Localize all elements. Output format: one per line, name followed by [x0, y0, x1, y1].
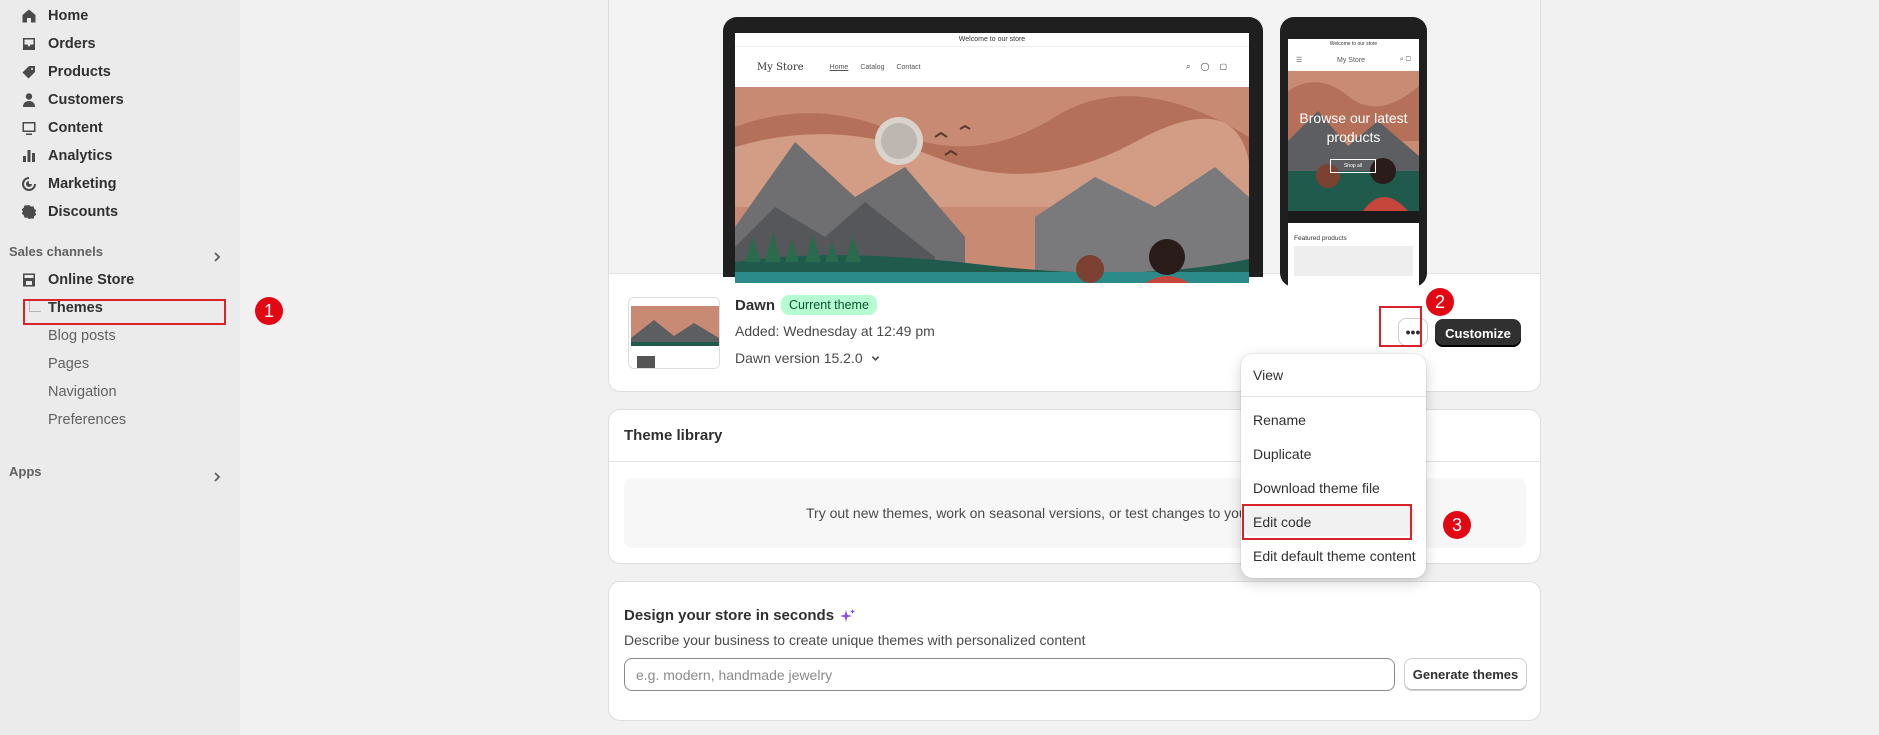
apps-chevron-icon[interactable] — [212, 469, 222, 482]
nav-products-label: Products — [48, 64, 111, 80]
preview-search-icon: ⌕ — [1186, 62, 1191, 71]
customize-button[interactable]: Customize — [1435, 319, 1521, 347]
theme-preview: Welcome to our store My Store Home Catal… — [609, 0, 1540, 289]
menu-divider — [1241, 396, 1426, 397]
nav-products[interactable]: Products — [20, 60, 111, 84]
nav-marketing-label: Marketing — [48, 176, 117, 192]
phone-hero-button: Shop all — [1330, 159, 1376, 173]
annotation-badge-1: 1 — [255, 297, 283, 325]
theme-library-text: Try out new themes, work on seasonal ver… — [806, 505, 1247, 521]
theme-version-label: Dawn version 15.2.0 — [735, 350, 863, 366]
nav-home[interactable]: Home — [20, 4, 88, 28]
theme-actions-menu: View Rename Duplicate Download theme fil… — [1241, 354, 1426, 578]
menu-item-rename[interactable]: Rename — [1253, 408, 1306, 432]
nav-online-store[interactable]: Online Store — [20, 268, 134, 292]
phone-screen: Welcome to our store ☰ My Store ⌕ ▢ Brow… — [1288, 39, 1419, 289]
theme-name: Dawn — [735, 297, 776, 314]
nav-discounts[interactable]: Discounts — [20, 200, 118, 224]
theme-version-toggle[interactable]: Dawn version 15.2.0 — [735, 350, 880, 366]
content-icon — [20, 119, 38, 137]
phone-hero: Browse our latest products Shop all — [1288, 71, 1419, 211]
current-theme-badge: Current theme — [781, 295, 877, 315]
preview-account-icon: ◯ — [1200, 62, 1210, 71]
design-title-text: Design your store in seconds — [624, 607, 835, 624]
sparkle-icon — [840, 608, 856, 622]
phone-store-name: My Store — [1337, 56, 1366, 64]
theme-library-title: Theme library — [624, 427, 723, 444]
design-store-card: Design your store in seconds Describe yo… — [608, 581, 1541, 721]
nav-content-label: Content — [48, 120, 103, 136]
annotation-box-1 — [23, 299, 226, 325]
preview-store-name: My Store — [757, 61, 804, 73]
menu-item-view[interactable]: View — [1253, 363, 1283, 387]
phone-store-nav: ☰ My Store ⌕ ▢ — [1288, 49, 1419, 71]
nav-customers[interactable]: Customers — [20, 88, 124, 112]
apps-label: Apps — [9, 464, 42, 479]
nav-orders[interactable]: Orders — [20, 32, 96, 56]
theme-thumbnail-image — [629, 298, 719, 368]
theme-thumbnail — [628, 297, 720, 369]
discount-icon — [20, 203, 38, 221]
phone-hero-text: Browse our latest products — [1299, 110, 1408, 145]
target-icon — [20, 175, 38, 193]
sidebar-item-pages[interactable]: Pages — [48, 353, 89, 375]
preview-hero-illustration — [735, 87, 1249, 283]
preview-store-nav: My Store Home Catalog Contact ⌕ ◯ ▢ — [735, 47, 1249, 87]
chevron-down-icon — [871, 355, 879, 361]
design-description: Describe your business to create unique … — [624, 632, 1086, 648]
phone-featured-products: Featured products — [1294, 235, 1347, 242]
nav-customers-label: Customers — [48, 92, 124, 108]
inbox-icon — [20, 35, 38, 53]
nav-orders-label: Orders — [48, 36, 96, 52]
menu-item-edit-default-theme-content[interactable]: Edit default theme content — [1253, 544, 1416, 568]
nav-analytics[interactable]: Analytics — [20, 144, 112, 168]
nav-online-store-label: Online Store — [48, 272, 135, 288]
menu-item-duplicate[interactable]: Duplicate — [1253, 442, 1311, 466]
menu-item-download-theme-file[interactable]: Download theme file — [1253, 476, 1380, 500]
business-description-input[interactable] — [624, 658, 1395, 691]
phone-product-placeholder — [1294, 246, 1413, 276]
sales-channels-label: Sales channels — [9, 244, 103, 259]
annotation-badge-2: 2 — [1426, 288, 1454, 316]
preview-nav-home: Home — [829, 63, 849, 71]
preview-announcement: Welcome to our store — [735, 33, 1249, 47]
nav-discounts-label: Discounts — [48, 204, 119, 220]
preview-cart-icon: ▢ — [1219, 62, 1227, 71]
generate-themes-button[interactable]: Generate themes — [1404, 658, 1527, 691]
laptop-preview: Welcome to our store My Store Home Catal… — [723, 17, 1263, 283]
person-icon — [20, 91, 38, 109]
nav-content[interactable]: Content — [20, 116, 103, 140]
phone-hero-base — [1288, 211, 1419, 223]
tag-icon — [20, 63, 38, 81]
design-title: Design your store in seconds — [624, 607, 856, 624]
phone-icons: ⌕ ▢ — [1399, 56, 1411, 63]
sidebar: Home Orders Products Customers Content A… — [0, 0, 240, 735]
preview-nav-contact: Contact — [896, 63, 921, 71]
preview-nav-catalog: Catalog — [860, 63, 885, 71]
sidebar-item-navigation[interactable]: Navigation — [48, 381, 117, 403]
sidebar-item-blog-posts[interactable]: Blog posts — [48, 325, 116, 347]
annotation-box-2 — [1379, 306, 1422, 347]
home-icon — [20, 7, 38, 25]
sales-channels-chevron-icon[interactable] — [212, 249, 222, 262]
nav-home-label: Home — [48, 8, 89, 24]
laptop-screen: Welcome to our store My Store Home Catal… — [735, 33, 1249, 283]
sidebar-item-preferences[interactable]: Preferences — [48, 409, 126, 431]
phone-menu-icon: ☰ — [1296, 57, 1303, 64]
phone-preview: Welcome to our store ☰ My Store ⌕ ▢ Brow… — [1280, 17, 1427, 289]
phone-announcement: Welcome to our store — [1329, 41, 1378, 47]
nav-analytics-label: Analytics — [48, 148, 113, 164]
nav-marketing[interactable]: Marketing — [20, 172, 117, 196]
annotation-badge-3: 3 — [1443, 511, 1471, 539]
store-icon — [20, 271, 38, 289]
annotation-box-3 — [1242, 504, 1412, 540]
theme-added-date: Added: Wednesday at 12:49 pm — [735, 323, 935, 339]
bar-chart-icon — [20, 147, 38, 165]
